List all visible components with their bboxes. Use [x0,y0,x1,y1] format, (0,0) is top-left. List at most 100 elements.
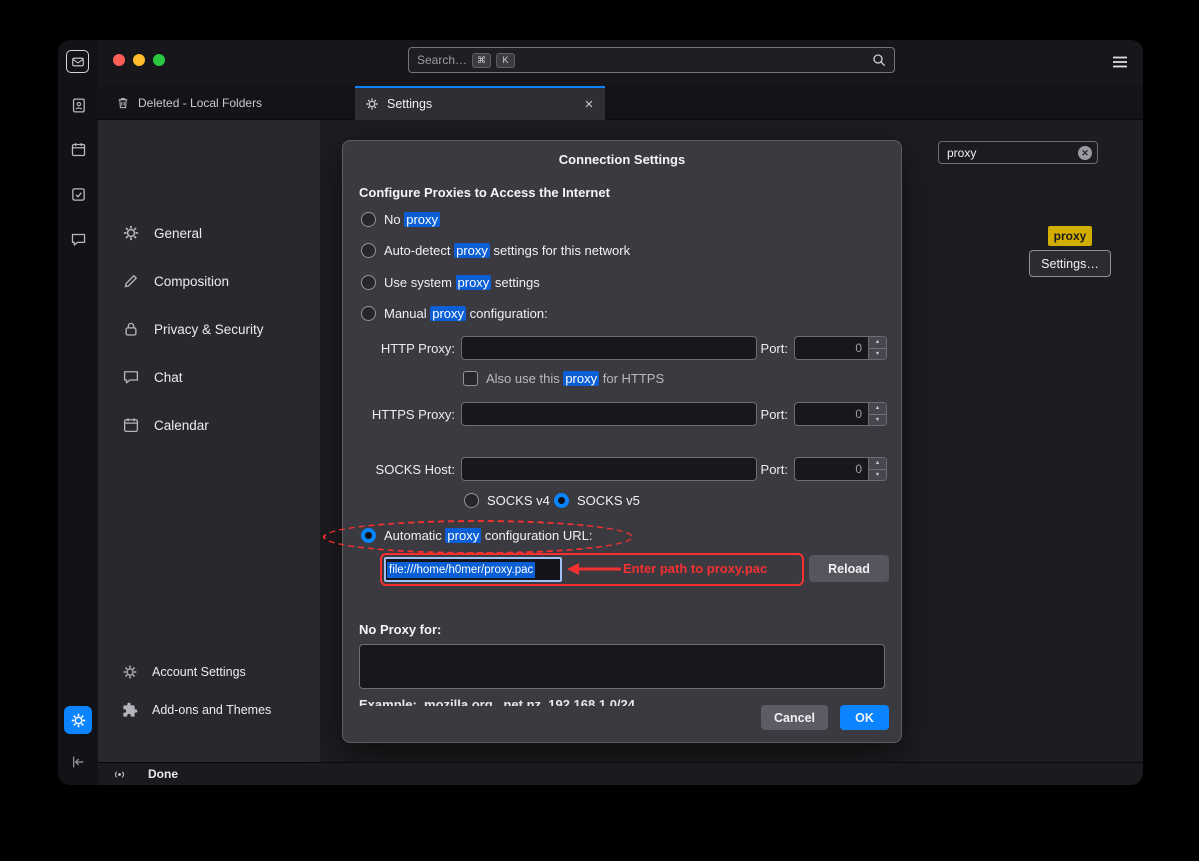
port-spinner[interactable]: ▲▼ [868,458,886,480]
gear-icon [365,97,379,111]
mail-icon [71,55,85,69]
tab-deleted-local-folders[interactable]: Deleted - Local Folders [116,86,262,120]
sidebar-item-label: Chat [154,370,183,385]
text-segment: for HTTPS [599,371,664,386]
radio-icon[interactable] [361,275,376,290]
space-addressbook-button[interactable] [69,96,87,114]
sidebar-item-chat[interactable]: Chat [98,357,320,397]
text-segment: settings for this network [490,243,630,258]
sidebar-item-composition[interactable]: Composition [98,261,320,301]
annotation-text: Enter path to proxy.pac [623,561,767,576]
status-text: Done [148,767,178,781]
radio-icon[interactable] [361,243,376,258]
radio-icon[interactable] [361,528,376,543]
spinner-down-icon[interactable]: ▼ [869,470,886,481]
radio-icon[interactable] [464,493,479,508]
spinner-down-icon[interactable]: ▼ [869,349,886,360]
collapse-spaces-button[interactable] [69,753,87,771]
http-port-field[interactable]: 0 ▲▼ [794,336,887,360]
text-segment: Automatic [384,528,445,543]
space-chat-button[interactable] [69,230,87,248]
text-segment: settings [491,275,539,290]
hamburger-icon [1111,53,1129,71]
sidebar-item-addons-themes[interactable]: Add-ons and Themes [98,692,320,728]
socks-host-label: SOCKS Host: [343,462,455,477]
ok-button[interactable]: OK [840,705,889,730]
text-segment: configuration: [466,306,548,321]
search-icon [871,52,887,68]
checkbox-label: Also use this proxy for HTTPS [486,371,664,386]
space-settings-button[interactable] [64,706,92,734]
space-calendar-button[interactable] [69,140,87,158]
spinner-up-icon[interactable]: ▲ [869,403,886,415]
traffic-minimize-button[interactable] [133,54,145,66]
sidebar-item-label: Composition [154,274,229,289]
radio-no-proxy[interactable]: No proxy [361,212,440,227]
radio-manual-proxy[interactable]: Manual proxy configuration: [361,306,548,321]
radio-system-proxy[interactable]: Use system proxy settings [361,275,540,290]
activity-signal-icon [112,767,127,782]
radio-socks-v5[interactable]: SOCKS v5 [554,493,640,508]
pencil-icon [122,272,140,290]
gear-icon [122,664,138,680]
spinner-down-icon[interactable]: ▼ [869,415,886,426]
settings-search-input[interactable]: proxy ✕ [938,141,1098,164]
reload-button[interactable]: Reload [809,555,889,582]
address-book-icon [70,97,87,114]
app-menu-button[interactable] [1111,53,1129,71]
text-segment: configuration URL: [481,528,592,543]
https-port-field[interactable]: 0 ▲▼ [794,402,887,426]
sidebar-item-calendar[interactable]: Calendar [98,405,320,445]
cancel-button[interactable]: Cancel [761,705,828,730]
radio-icon[interactable] [554,493,569,508]
lock-icon [122,320,140,338]
settings-search-value: proxy [947,146,976,160]
port-spinner[interactable]: ▲▼ [868,403,886,425]
spinner-up-icon[interactable]: ▲ [869,337,886,349]
sidebar-item-label: Privacy & Security [154,322,264,337]
radio-automatic-proxy-url[interactable]: Automatic proxy configuration URL: [361,528,593,543]
close-icon[interactable] [583,98,595,110]
no-proxy-for-textarea[interactable] [359,644,885,689]
checkbox-icon[interactable] [463,371,478,386]
radio-label: SOCKS v5 [577,493,640,508]
global-search-input[interactable]: Search… ⌘ K [408,47,895,73]
spaces-toolbar [58,40,98,785]
gear-icon [70,712,87,729]
selected-url-text: file:///home/h0mer/proxy.pac [387,562,535,578]
radio-label: SOCKS v4 [487,493,550,508]
space-mail-button[interactable] [66,50,89,73]
text-segment: Use system [384,275,456,290]
port-value: 0 [795,458,868,480]
trash-icon [116,96,130,110]
text-segment: Manual [384,306,430,321]
proxy-url-input[interactable]: file:///home/h0mer/proxy.pac [384,557,562,582]
sidebar-item-label: Add-ons and Themes [152,703,271,717]
traffic-zoom-button[interactable] [153,54,165,66]
radio-icon[interactable] [361,212,376,227]
tasks-icon [70,186,87,203]
proxy-settings-button[interactable]: Settings… [1029,250,1111,277]
settings-sidebar: General Composition Privacy & Security C… [98,120,320,762]
clear-search-icon[interactable]: ✕ [1078,146,1092,160]
sidebar-item-privacy-security[interactable]: Privacy & Security [98,309,320,349]
port-label: Port: [676,407,788,422]
search-placeholder: Search… [417,53,467,67]
radio-label: Automatic proxy configuration URL: [384,528,593,543]
annotation-arrow [565,562,621,576]
checkbox-use-proxy-https[interactable]: Also use this proxy for HTTPS [463,371,664,386]
radio-icon[interactable] [361,306,376,321]
match-highlight: proxy [404,212,440,227]
match-highlight: proxy [456,275,492,290]
traffic-close-button[interactable] [113,54,125,66]
dialog-title: Connection Settings [343,152,901,167]
radio-autodetect-proxy[interactable]: Auto-detect proxy settings for this netw… [361,243,630,258]
sidebar-item-general[interactable]: General [98,213,320,253]
space-tasks-button[interactable] [69,185,87,203]
port-spinner[interactable]: ▲▼ [868,337,886,359]
radio-socks-v4[interactable]: SOCKS v4 [464,493,550,508]
sidebar-item-account-settings[interactable]: Account Settings [98,654,320,690]
spinner-up-icon[interactable]: ▲ [869,458,886,470]
socks-port-field[interactable]: 0 ▲▼ [794,457,887,481]
tab-settings[interactable]: Settings [355,86,605,120]
